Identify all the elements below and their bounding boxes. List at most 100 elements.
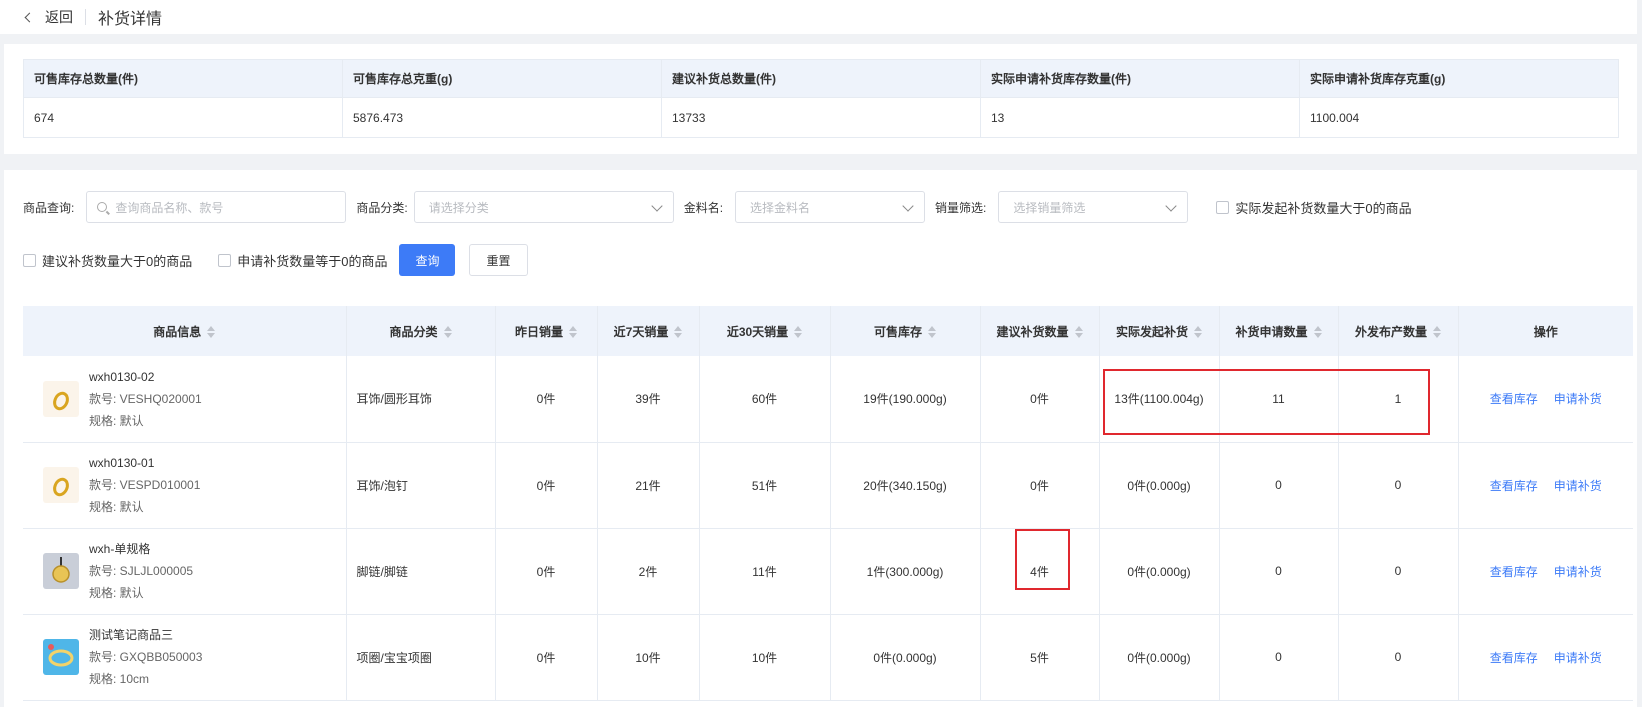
product-info-cell: 测试笔记商品三款号: GXQBB050003 规格: 10cm (23, 614, 347, 701)
outsource-qty-cell: 0 (1338, 614, 1459, 701)
product-query-placeholder: 查询商品名称、款号 (115, 200, 224, 215)
7day-sales-cell: 10件 (597, 614, 700, 701)
apply-qty-cell: 0 (1219, 442, 1339, 529)
col-header-actual[interactable]: 实际发起补货 (1099, 306, 1220, 356)
sort-icon[interactable] (569, 326, 577, 339)
product-name: 测试笔记商品三 (89, 628, 174, 642)
checkbox-box[interactable] (23, 253, 36, 267)
restock-table: 商品信息 商品分类 昨日销量 近7天销量 近30天销量 可售库存 建议补货数量 … (23, 306, 1633, 701)
category-placeholder: 请选择分类 (428, 200, 489, 215)
col-header-30day[interactable]: 近30天销量 (699, 306, 831, 356)
summary-value: 13733 (661, 97, 981, 138)
checkbox-box[interactable] (218, 253, 232, 267)
col-header-7day[interactable]: 近7天销量 (597, 306, 700, 356)
yesterday-sales-cell: 0件 (495, 614, 598, 701)
page-title: 补货详情 (98, 11, 163, 28)
back-button[interactable]: 返回 (24, 7, 73, 27)
summary-header: 建议补货总数量(件) (661, 59, 981, 98)
apply-restock-link[interactable]: 申请补货 (1554, 479, 1602, 493)
product-spec: 规格: 默认 (89, 586, 144, 600)
sort-icon[interactable] (1194, 326, 1202, 339)
view-stock-link[interactable]: 查看库存 (1490, 392, 1538, 406)
sales-placeholder: 选择销量筛选 (1013, 200, 1086, 215)
actual-restock-cell: 13件(1100.004g) (1099, 356, 1220, 443)
summary-table: 可售库存总数量(件) 可售库存总克重(g) 建议补货总数量(件) 实际申请补货库… (23, 59, 1619, 138)
product-info-cell: wxh0130-02 款号: VESHQ020001 规格: 默认 (23, 356, 347, 443)
sort-icon[interactable] (443, 326, 452, 339)
col-header-suggest[interactable]: 建议补货数量 (980, 306, 1100, 356)
sort-icon[interactable] (207, 326, 216, 339)
summary-header: 可售库存总数量(件) (23, 59, 343, 98)
outsource-qty-cell: 0 (1338, 442, 1459, 529)
sort-icon[interactable] (928, 326, 936, 339)
view-stock-link[interactable]: 查看库存 (1490, 651, 1538, 665)
category-select[interactable]: 请选择分类 (413, 191, 674, 223)
category-cell: 脚链/脚链 (346, 528, 496, 615)
reset-button[interactable]: 重置 (469, 244, 528, 276)
material-select[interactable]: 选择金料名 (735, 191, 926, 223)
30day-sales-cell: 11件 (699, 528, 831, 615)
col-header-product[interactable]: 商品信息 (23, 306, 347, 356)
product-info-cell: wxh-单规格 款号: SJLJL000005 规格: 默认 (23, 528, 347, 615)
sort-icon[interactable] (1433, 326, 1441, 339)
ring-gold-icon (43, 380, 79, 417)
table-row: 测试笔记商品三 款号: GXQBB050003 规格: 10cm 项圈/宝宝项圈 0件 1… (23, 614, 1633, 701)
product-sku: 款号: GXQBB050003 (89, 650, 203, 664)
apply-restock-link[interactable]: 申请补货 (1554, 392, 1602, 406)
category-cell: 耳饰/泡钉 (346, 442, 496, 529)
table-row: wxh0130-02 款号: VESHQ020001 规格: 默认 耳饰/圆形耳饰 0件… (23, 356, 1633, 443)
actual-restock-cell: 0件(0.000g) (1099, 614, 1220, 701)
col-header-category[interactable]: 商品分类 (346, 306, 496, 356)
apply-restock-link[interactable]: 申请补货 (1554, 651, 1602, 665)
col-header-yesterday[interactable]: 昨日销量 (495, 306, 598, 356)
search-icon (97, 202, 108, 212)
summary-header: 可售库存总克重(g) (342, 59, 662, 98)
product-query-input[interactable]: 查询商品名称、款号 (86, 191, 347, 223)
col-header-apply[interactable]: 补货申请数量 (1219, 306, 1339, 356)
stock-cell: 19件(190.000g) (830, 356, 981, 443)
apply-eq0-checkbox[interactable]: 申请补货数量等于0的商品 (218, 251, 387, 270)
chevron-left-icon (24, 12, 35, 22)
30day-sales-cell: 10件 (699, 614, 831, 701)
product-name: wxh-单规格 (89, 542, 151, 556)
suggest-qty-cell: 0件 (980, 442, 1100, 529)
suggest-gt0-checkbox[interactable]: 建议补货数量大于0的商品 (23, 251, 192, 270)
ring-gold-icon (43, 467, 79, 503)
chevron-down-icon (902, 200, 914, 212)
actual-restock-cell: 0件(0.000g) (1099, 442, 1220, 529)
sales-label: 销量筛选: (935, 200, 987, 215)
sales-select[interactable]: 选择销量筛选 (998, 191, 1189, 223)
query-button[interactable]: 查询 (399, 244, 456, 276)
header-divider (85, 9, 86, 25)
actions-cell: 查看库存 申请补货 (1458, 614, 1633, 701)
view-stock-link[interactable]: 查看库存 (1490, 479, 1538, 493)
product-spec: 规格: 10cm (89, 672, 150, 686)
summary-value: 5876.473 (342, 97, 662, 138)
sort-icon[interactable] (794, 326, 803, 339)
col-header-stock[interactable]: 可售库存 (830, 306, 981, 356)
actions-cell: 查看库存 申请补货 (1458, 356, 1633, 443)
product-sku: 款号: VESHQ020001 (89, 391, 202, 406)
sort-icon[interactable] (1313, 326, 1322, 339)
apply-qty-cell: 0 (1219, 614, 1339, 701)
page-edge (1637, 0, 1642, 707)
sort-icon[interactable] (1074, 326, 1083, 339)
stock-cell: 0件(0.000g) (830, 614, 981, 701)
stock-cell: 20件(340.150g) (830, 442, 981, 529)
apply-restock-link[interactable]: 申请补货 (1554, 565, 1602, 579)
material-label: 金料名: (683, 200, 724, 215)
summary-value: 13 (980, 97, 1300, 138)
actual-gt0-label: 实际发起补货数量大于0的商品 (1235, 200, 1412, 216)
filter-row-2: 建议补货数量大于0的商品 申请补货数量等于0的商品 查询 重置 (23, 244, 528, 276)
checkbox-box[interactable] (1216, 200, 1230, 214)
actual-gt0-checkbox[interactable]: 实际发起补货数量大于0的商品 (1216, 198, 1412, 217)
product-sku: 款号: VESPD010001 (89, 478, 201, 492)
view-stock-link[interactable]: 查看库存 (1490, 565, 1538, 579)
actual-restock-cell: 0件(0.000g) (1099, 528, 1220, 615)
col-header-outsource[interactable]: 外发布产数量 (1338, 306, 1459, 356)
7day-sales-cell: 2件 (597, 528, 700, 615)
summary-value: 1100.004 (1299, 97, 1619, 138)
filter-row-1: 商品查询: 查询商品名称、款号 商品分类: 请选择分类 金料名: 选择金料名 销… (23, 191, 1412, 223)
yesterday-sales-cell: 0件 (495, 528, 598, 615)
sort-icon[interactable] (674, 326, 683, 339)
